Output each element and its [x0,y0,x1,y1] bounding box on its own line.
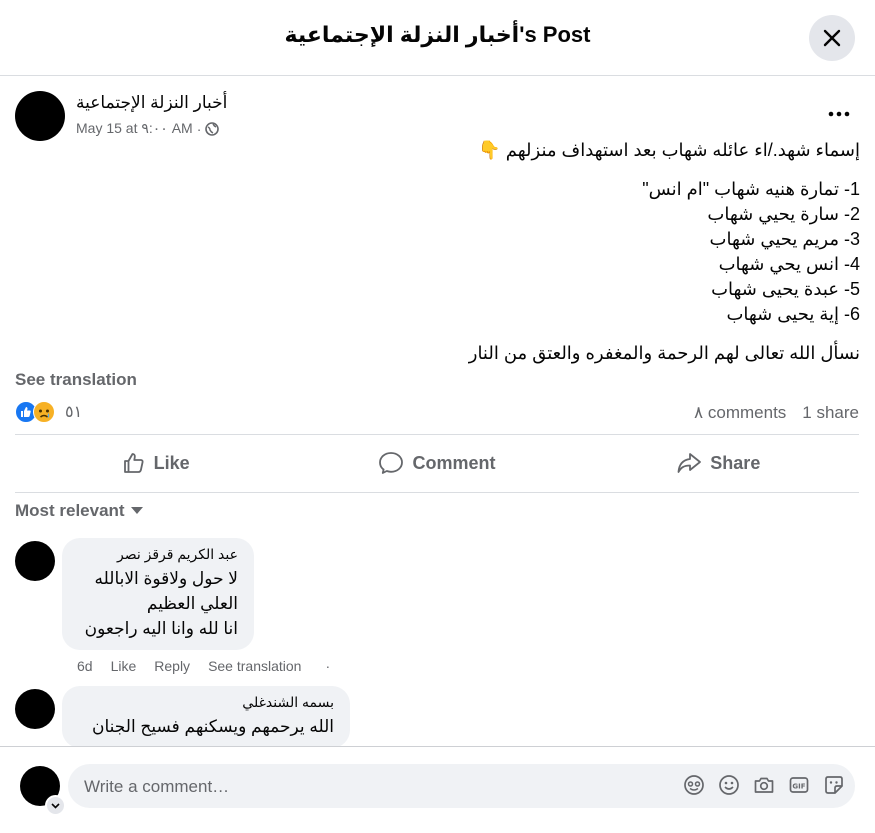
comment-bubble-icon [379,452,404,474]
globe-icon [205,121,220,136]
composer-icons: GIF [683,774,845,796]
name-line: 4- انس يحي شهاب [718,254,860,274]
close-button[interactable] [809,15,855,61]
name-line: 3- مريم يحيي شهاب [709,229,860,249]
comment-bubble: عبد الكريم قرقز نصر لا حول ولاقوة الابال… [62,538,254,650]
close-icon [823,29,841,47]
commenter-avatar[interactable] [15,541,55,581]
comment-text: الله يرحمهم ويسكنهم فسيح الجنان [92,717,334,736]
share-label: Share [710,452,761,473]
post-date[interactable]: May 15 at ٩:٠٠ AM [76,120,193,137]
name-line: 6- إية يحيى شهاب [726,304,860,324]
author-avatar[interactable] [15,91,65,141]
reaction-count: ٥١ [65,404,83,421]
share-arrow-icon [677,453,702,473]
thumbs-up-icon [123,453,144,473]
gif-icon[interactable]: GIF [788,774,810,796]
comment-actions: 6d Like Reply See translation · [77,658,330,674]
post-stats: ٨ comments 1 share [694,403,859,423]
like-button[interactable]: Like [15,436,296,490]
comment-author[interactable]: بسمه الشندغلي [78,694,334,711]
sad-reaction-icon [33,401,55,423]
post-actions: Like Comment Share [15,436,859,490]
sticker-icon[interactable] [823,774,845,796]
post-meta: May 15 at ٩:٠٠ AM · [76,120,220,137]
author-name[interactable]: أخبار النزلة الإجتماعية [76,93,227,113]
comment-translate-link[interactable]: See translation [208,658,301,674]
commenter-avatar[interactable] [15,689,55,729]
comment-reply-link[interactable]: Reply [154,658,190,674]
share-button[interactable]: Share [578,436,859,490]
see-translation-link[interactable]: See translation [15,370,137,390]
comment-bubble: بسمه الشندغلي الله يرحمهم ويسكنهم فسيح ا… [62,686,350,748]
comment-like-link[interactable]: Like [111,658,137,674]
more-dots-icon [828,111,850,117]
avatar-switch-badge[interactable] [45,795,66,816]
sort-label: Most relevant [15,501,125,520]
comment-time[interactable]: 6d [77,658,93,674]
comment-author[interactable]: عبد الكريم قرقز نصر [78,546,238,563]
comment-text: انا لله وانا اليه راجعون [84,619,238,638]
actions-top-divider [15,434,859,435]
name-line: 1- تمارة هنيه شهاب "ام انس" [642,179,860,199]
comments-count[interactable]: ٨ comments [694,403,786,423]
camera-icon[interactable] [753,774,775,796]
name-line: 5- عبدة يحيى شهاب [711,279,860,299]
comment-sort-dropdown[interactable]: Most relevant [15,501,143,521]
comment-text: العلي العظيم [146,594,238,613]
post-intro: إسماء شهد./اء عائله شهاب بعد استهداف منز… [478,140,860,160]
emoji-icon[interactable] [718,774,740,796]
like-label: Like [153,452,190,473]
header-divider [0,75,875,76]
comment-text: لا حول ولاقوة الابالله [94,569,238,588]
more-options-button[interactable] [822,100,856,128]
post-body: إسماء شهد./اء عائله شهاب بعد استهداف منز… [20,138,860,366]
reactions-summary[interactable]: ٥١ [15,401,82,423]
name-line: 2- سارة يحيي شهاب [707,204,860,224]
chevron-down-icon [51,802,60,809]
comment-label: Comment [412,452,496,473]
svg-text:GIF: GIF [792,783,805,791]
caret-down-icon [130,507,143,514]
actions-bottom-divider [15,492,859,493]
comment-button[interactable]: Comment [296,436,577,490]
comment-input[interactable] [82,764,646,810]
dialog-title: أخبار النزلة الإجتماعية's Post [284,22,591,47]
avatar-icon[interactable] [683,774,705,796]
comment-input-wrapper: GIF [68,764,855,810]
comment-dot: · [325,658,331,674]
post-closing: نسأل الله تعالى لهم الرحمة والمغفره والع… [468,343,860,363]
meta-separator: · [196,120,202,137]
shares-count[interactable]: 1 share [802,403,859,423]
